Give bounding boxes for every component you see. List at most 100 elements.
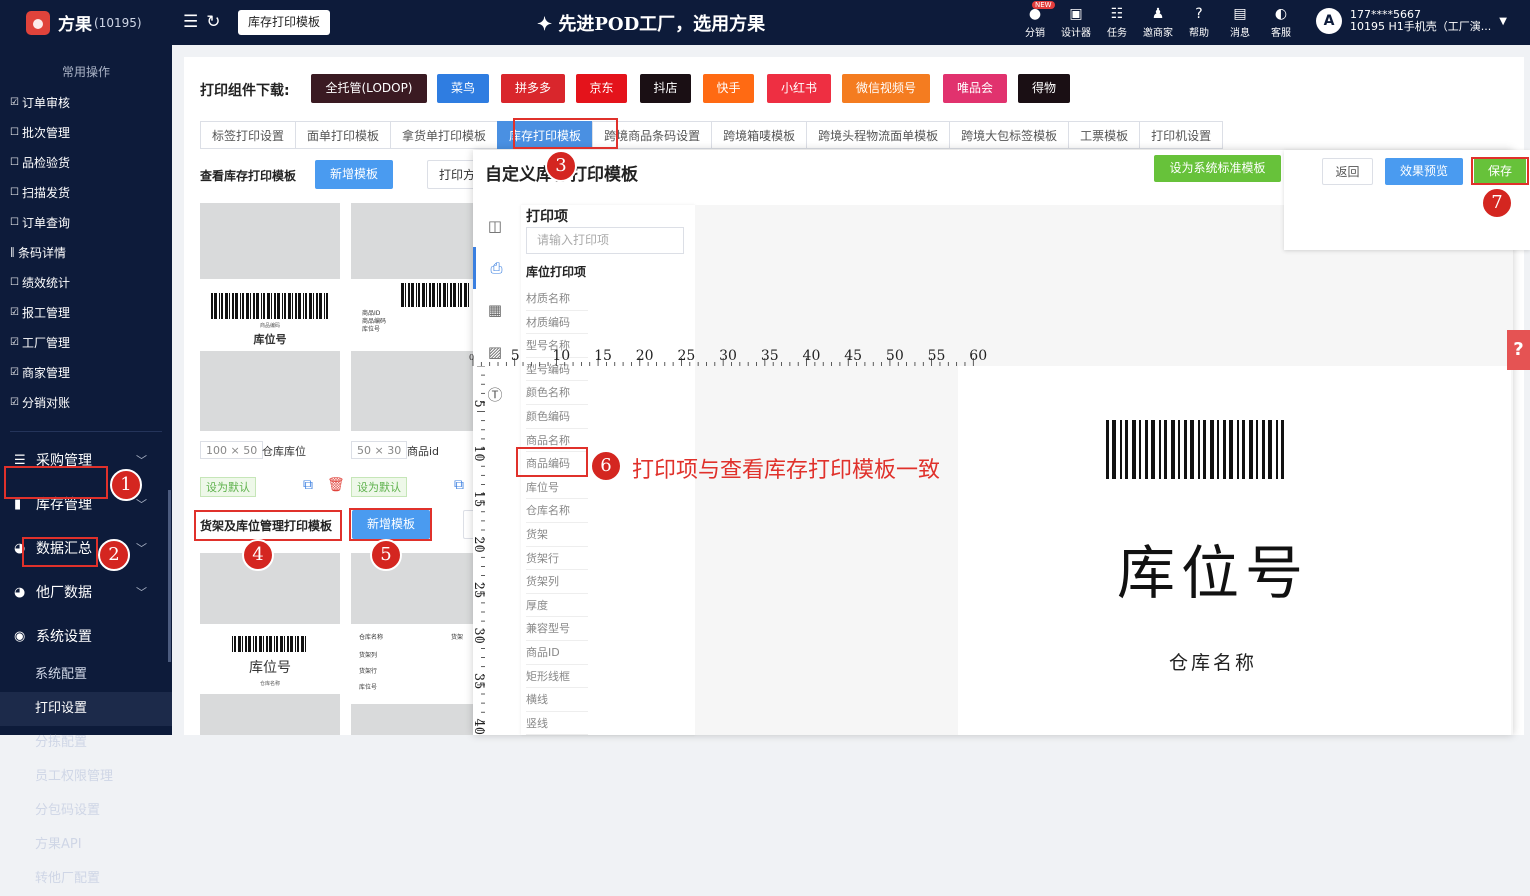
top-nav-item[interactable]: ● NEW 分销: [1018, 1, 1055, 39]
barcode-bar: [411, 283, 414, 307]
print-item[interactable]: 横线: [526, 688, 588, 712]
tab-item[interactable]: 跨境箱唛模板: [711, 121, 807, 149]
chevron-down-icon: ﹀: [136, 498, 147, 511]
set-default-button[interactable]: 设为默认: [351, 477, 407, 497]
quick-action-item[interactable]: ☑ 工厂管理: [10, 327, 92, 357]
print-item[interactable]: 矩形线框: [526, 665, 588, 689]
tab-item[interactable]: 面单打印模板: [295, 121, 391, 149]
sidebar-scrollbar[interactable]: [168, 490, 171, 662]
download-component-button[interactable]: 得物: [1018, 74, 1070, 103]
print-item[interactable]: 货架: [526, 523, 588, 547]
preview-button[interactable]: 效果预览: [1385, 158, 1463, 185]
quick-action-item[interactable]: ☐ 批次管理: [10, 117, 92, 147]
tab-item[interactable]: 跨境头程物流面单模板: [806, 121, 950, 149]
sidebar-sub-item[interactable]: 打印设置: [0, 692, 172, 726]
download-component-button[interactable]: 唯品会: [943, 74, 1007, 103]
barcode-bar: [234, 293, 238, 319]
label-small-text[interactable]: 仓库名称: [958, 648, 1468, 675]
set-default-button[interactable]: 设为默认: [200, 477, 256, 497]
template-list-icon[interactable]: ◫: [473, 205, 517, 247]
user-menu[interactable]: A 177****5667 10195 H1手机壳（工厂演... ▼: [1316, 8, 1507, 34]
barcode-image[interactable]: [1106, 420, 1288, 479]
help-side-tab[interactable]: ?: [1507, 330, 1530, 370]
delete-icon[interactable]: 🗑: [327, 477, 345, 493]
quick-action-item[interactable]: ☑ 订单审核: [10, 87, 92, 117]
new-template-button[interactable]: 新增模板: [315, 160, 393, 189]
open-tab-inventory-print[interactable]: 库存打印模板: [238, 10, 331, 35]
quick-action-item[interactable]: ☑ 商家管理: [10, 357, 92, 387]
download-component-button[interactable]: 全托管(LODOP): [311, 74, 427, 103]
label-preview-canvas[interactable]: 库位号 仓库名称: [958, 366, 1511, 735]
barcode-bar: [280, 636, 283, 652]
print-item[interactable]: 竖线: [526, 712, 588, 736]
label-big-text: 库位号: [253, 333, 287, 346]
shelf-card-2[interactable]: 仓库名称 货架 货架列 货架行 库位号: [351, 553, 491, 735]
template-card-2[interactable]: 商品ID 商品编码 库位号: [351, 203, 491, 431]
top-nav-item[interactable]: ◐ 客服: [1264, 4, 1298, 39]
shelf-card-1[interactable]: 库位号 仓库名称: [200, 553, 340, 735]
top-nav-item[interactable]: ? 帮助: [1182, 4, 1216, 39]
print-item[interactable]: 颜色名称: [526, 381, 588, 405]
quick-action-item[interactable]: ☑ 分销对账: [10, 387, 92, 417]
print-item[interactable]: 材质编码: [526, 311, 588, 335]
download-component-button[interactable]: 抖店: [640, 74, 691, 103]
sidebar-sub-item[interactable]: 分拣配置: [0, 726, 172, 760]
print-item[interactable]: 材质名称: [526, 287, 588, 311]
tab-item[interactable]: 工票模板: [1068, 121, 1140, 149]
sidebar-sub-item[interactable]: 转他厂配置: [0, 862, 172, 896]
sidebar-sub-item[interactable]: 系统配置: [0, 658, 172, 692]
ruler-label: 30: [473, 627, 485, 644]
label-preview: 库位号 仓库名称: [200, 624, 340, 694]
tab-item[interactable]: 标签打印设置: [200, 121, 296, 149]
copy-icon[interactable]: ⧉: [303, 477, 313, 493]
tab-item[interactable]: 拿货单打印模板: [390, 121, 498, 149]
barcode-bar: [323, 293, 325, 319]
print-item[interactable]: 库位号: [526, 476, 588, 500]
download-component-button[interactable]: 小红书: [767, 74, 831, 103]
download-component-button[interactable]: 微信视频号: [842, 74, 930, 103]
qrcode-icon[interactable]: ▦: [473, 289, 517, 331]
barcode-bar: [241, 293, 244, 319]
printer-icon[interactable]: ⎙: [473, 247, 517, 289]
set-system-standard-button[interactable]: 设为系统标准模板: [1154, 155, 1281, 182]
download-component-button[interactable]: 菜鸟: [437, 74, 489, 103]
sidebar-sub-item[interactable]: 方果API: [0, 828, 172, 862]
print-item[interactable]: 颜色编码: [526, 405, 588, 429]
sidebar-group[interactable]: ◕ 他厂数据 ﹀: [0, 570, 172, 614]
template-card-1[interactable]: 商品编码 库位号: [200, 203, 340, 431]
quick-action-item[interactable]: ☐ 扫描发货: [10, 177, 92, 207]
refresh-icon[interactable]: ↻: [206, 12, 220, 32]
print-item[interactable]: 厚度: [526, 594, 588, 618]
quick-action-item[interactable]: ∥ 条码详情: [10, 237, 92, 267]
label-big-text[interactable]: 库位号: [958, 526, 1468, 610]
top-nav-item[interactable]: ♟ 邀商家: [1141, 4, 1175, 39]
download-component-button[interactable]: 拼多多: [501, 74, 565, 103]
sidebar-sub-item[interactable]: 员工权限管理: [0, 760, 172, 794]
print-item[interactable]: 商品ID: [526, 641, 588, 665]
quick-action-icon: ☐: [10, 186, 19, 198]
menu-collapse-icon[interactable]: ☰: [183, 12, 198, 32]
top-nav-item[interactable]: ▣ 设计器: [1059, 4, 1093, 39]
quick-action-item[interactable]: ☑ 报工管理: [10, 297, 92, 327]
top-nav-item[interactable]: ▤ 消息: [1223, 4, 1257, 39]
sidebar-sub-item[interactable]: 分包码设置: [0, 794, 172, 828]
quick-action-item[interactable]: ☐ 绩效统计: [10, 267, 92, 297]
print-item[interactable]: 兼容型号: [526, 617, 588, 641]
print-item[interactable]: 仓库名称: [526, 499, 588, 523]
step-badge: 4: [242, 539, 274, 571]
print-item-search-input[interactable]: 请输入打印项: [526, 227, 684, 254]
print-item[interactable]: 货架行: [526, 547, 588, 571]
top-nav-item[interactable]: ☷ 任务: [1100, 4, 1134, 39]
download-component-button[interactable]: 快手: [703, 74, 754, 103]
brand[interactable]: 方果 (10195): [0, 0, 172, 45]
copy-icon[interactable]: ⧉: [454, 477, 464, 493]
tab-item[interactable]: 打印机设置: [1139, 121, 1224, 149]
download-component-button[interactable]: 京东: [576, 74, 627, 103]
print-item[interactable]: 货架列: [526, 570, 588, 594]
barcode-bar: [1276, 420, 1278, 479]
quick-action-item[interactable]: ☐ 订单查询: [10, 207, 92, 237]
quick-action-item[interactable]: ☐ 品检验货: [10, 147, 92, 177]
back-button[interactable]: 返回: [1322, 158, 1373, 185]
sidebar-group[interactable]: ◉ 系统设置: [0, 614, 172, 658]
tab-item[interactable]: 跨境大包标签模板: [949, 121, 1069, 149]
